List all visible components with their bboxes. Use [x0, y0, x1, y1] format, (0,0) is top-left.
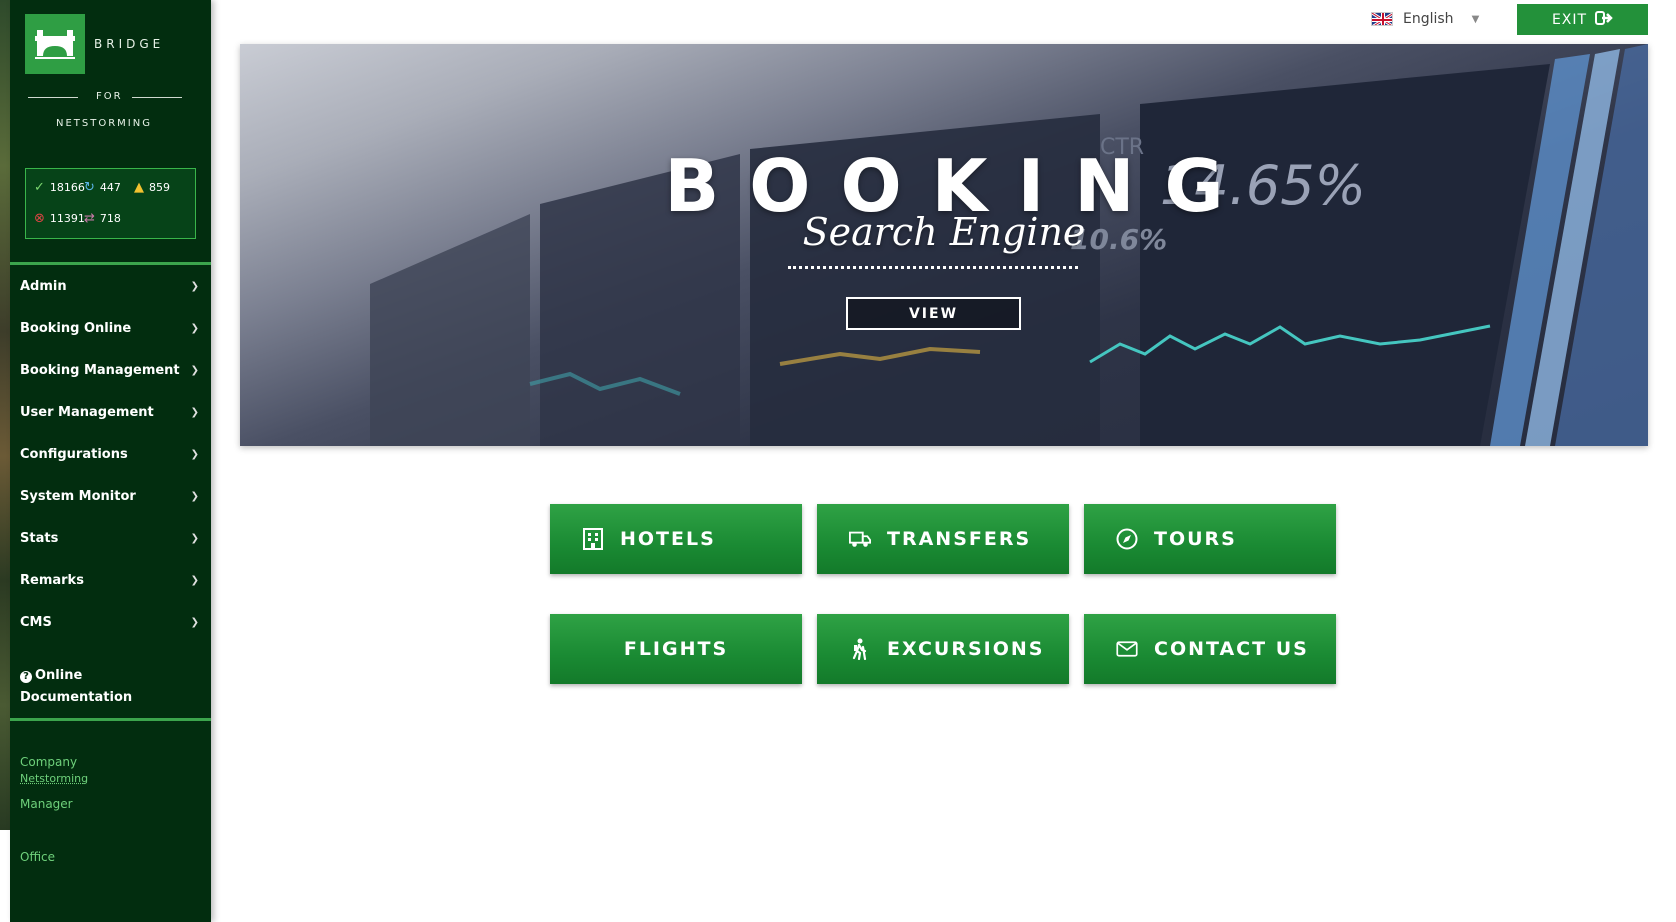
compass-icon	[1116, 528, 1138, 550]
sidebar-item-label: Configurations	[20, 446, 128, 462]
chevron-down-icon: ❯	[190, 322, 199, 334]
stat-refreshing-count: 447	[99, 181, 121, 194]
brand-for: FOR	[96, 91, 123, 102]
warning-icon: ▲	[134, 180, 144, 195]
bridge-icon	[35, 30, 75, 59]
truck-icon	[849, 528, 871, 550]
sidebar-item-remarks[interactable]: Remarks ❯	[10, 559, 211, 601]
excursions-button[interactable]: EXCURSIONS	[817, 614, 1069, 684]
tours-label: TOURS	[1154, 528, 1237, 550]
brand-name: BRIDGE	[94, 37, 165, 51]
chevron-down-icon: ❯	[190, 364, 199, 376]
view-button[interactable]: VIEW	[846, 297, 1021, 330]
check-icon: ✓	[34, 180, 45, 195]
sidebar-item-label: Admin	[20, 278, 67, 294]
brand-divider-left	[28, 97, 78, 98]
envelope-icon	[1116, 638, 1138, 660]
chevron-down-icon: ❯	[190, 280, 199, 292]
transfers-label: TRANSFERS	[887, 528, 1032, 550]
contact-us-label: CONTACT US	[1154, 638, 1309, 660]
help-icon: ?	[20, 671, 32, 683]
language-selector[interactable]: English ▼	[1371, 8, 1479, 30]
sidebar-item-system-monitor[interactable]: System Monitor ❯	[10, 475, 211, 517]
hotels-button[interactable]: HOTELS	[550, 504, 802, 574]
building-icon	[582, 528, 604, 550]
sidebar-item-cms[interactable]: CMS ❯	[10, 601, 211, 643]
company-label: Company	[20, 755, 78, 769]
sidebar-item-booking-online[interactable]: Booking Online ❯	[10, 307, 211, 349]
company-value-link[interactable]: Netstorming	[20, 772, 88, 785]
brand-divider-right	[132, 97, 182, 98]
exchange-icon: ⇄	[84, 211, 95, 226]
bridge-logo[interactable]	[25, 14, 85, 74]
sidebar-item-label: User Management	[20, 404, 154, 420]
contact-us-button[interactable]: CONTACT US	[1084, 614, 1336, 684]
chevron-down-icon: ❯	[190, 490, 199, 502]
sidebar-item-label: Stats	[20, 530, 59, 546]
exit-label: EXIT	[1551, 11, 1588, 28]
hotels-label: HOTELS	[620, 528, 716, 550]
sidebar-item-admin[interactable]: Admin ❯	[10, 265, 211, 307]
hero-banner: 14.65% 10.6% CTR BOOKING Search Engine V…	[240, 44, 1648, 446]
chevron-down-icon: ❯	[190, 616, 199, 628]
office-label: Office	[20, 850, 56, 864]
status-summary-box: ✓ 18166 ↻ 447 ▲ 859 ⊗ 11391 ⇄ 718	[25, 168, 196, 239]
flights-button[interactable]: FLIGHTS	[550, 614, 802, 684]
sidebar-item-label: Booking Online	[20, 320, 132, 336]
sidebar-item-label: System Monitor	[20, 488, 136, 504]
stat-transfers-count: 718	[99, 212, 121, 225]
uk-flag-icon	[1371, 12, 1393, 26]
sidebar-item-label: Remarks	[20, 572, 84, 588]
banner-dotted-divider	[788, 266, 1078, 269]
stat-confirmed-count: 18166	[49, 181, 85, 194]
manager-label: Manager	[20, 797, 73, 811]
sign-out-icon	[1595, 10, 1613, 30]
tours-button[interactable]: TOURS	[1084, 504, 1336, 574]
sidebar-item-label: Booking Management	[20, 362, 180, 378]
chevron-down-icon: ❯	[190, 532, 199, 544]
stat-refreshing[interactable]: ↻ 447	[84, 181, 121, 194]
doc-label-line2: Documentation	[20, 690, 133, 705]
hiking-icon	[849, 638, 871, 660]
nav-bottom-divider	[10, 718, 211, 721]
stat-warning-count: 859	[149, 181, 170, 194]
stat-warning[interactable]: ▲ 859	[134, 181, 170, 194]
stat-transfers[interactable]: ⇄ 718	[84, 212, 121, 225]
doc-label-line1: Online	[35, 668, 83, 683]
error-icon: ⊗	[34, 211, 45, 226]
excursions-label: EXCURSIONS	[887, 638, 1045, 660]
sidebar-item-booking-management[interactable]: Booking Management ❯	[10, 349, 211, 391]
sidebar-nav: Admin ❯ Booking Online ❯ Booking Managemen…	[10, 265, 211, 643]
brand-company: NETSTORMING	[56, 118, 152, 129]
language-label: English	[1403, 11, 1454, 27]
stat-confirmed[interactable]: ✓ 18166	[34, 181, 85, 194]
left-background-strip	[0, 0, 10, 830]
chevron-down-icon: ❯	[190, 406, 199, 418]
flights-label: FLIGHTS	[623, 638, 729, 660]
sidebar-item-label: CMS	[20, 614, 52, 630]
sidebar: BRIDGE FOR NETSTORMING ✓ 18166 ↻ 447 ▲ 8…	[10, 0, 211, 922]
sidebar-item-user-management[interactable]: User Management ❯	[10, 391, 211, 433]
banner-subtitle: Search Engine	[802, 210, 1086, 254]
transfers-button[interactable]: TRANSFERS	[817, 504, 1069, 574]
stat-errors-count: 11391	[49, 212, 85, 225]
sidebar-item-online-documentation[interactable]: ? Online Documentation	[20, 665, 132, 709]
caret-down-icon: ▼	[1471, 13, 1480, 25]
refresh-icon: ↻	[84, 180, 95, 195]
chevron-down-icon: ❯	[190, 574, 199, 586]
stat-errors[interactable]: ⊗ 11391	[34, 212, 85, 225]
exit-button[interactable]: EXIT	[1517, 4, 1648, 35]
sidebar-item-configurations[interactable]: Configurations ❯	[10, 433, 211, 475]
sidebar-item-stats[interactable]: Stats ❯	[10, 517, 211, 559]
chevron-down-icon: ❯	[190, 448, 199, 460]
